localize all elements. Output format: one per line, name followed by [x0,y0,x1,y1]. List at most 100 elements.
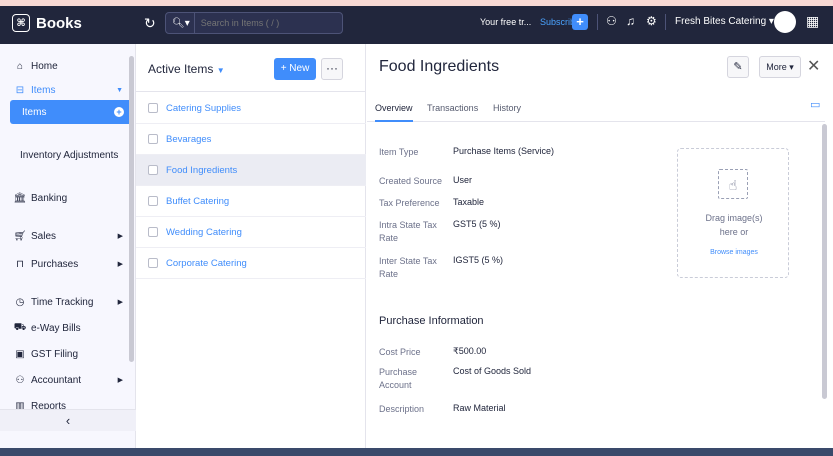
sidebar-item-gst-filing[interactable]: ▣ GST Filing [0,344,133,364]
app-brand[interactable]: ⌘ Books [12,14,82,32]
sidebar-collapse-button[interactable]: ‹ [0,409,136,431]
top-accent-strip [0,0,833,6]
divider [665,14,666,30]
sidebar-item-label: Items [31,84,56,96]
truck-icon: ⛟ [13,321,27,333]
clock-icon: ◷ [15,296,25,308]
list-item-selected[interactable]: Food Ingredients [136,155,366,186]
sidebar-item-accountant[interactable]: ⚇ Accountant ▶ [0,370,133,390]
edit-button[interactable]: ✎ [727,56,749,78]
more-options-button[interactable]: ··· [321,58,343,80]
org-switcher[interactable]: Fresh Bites Catering ▾ [675,16,774,27]
sidebar-item-items[interactable]: ⊟ Items ▼ [0,80,133,100]
sidebar: ⌂ Home ⊟ Items ▼ Items + Inventory Adjus… [0,44,136,456]
gear-icon[interactable]: ⚙ [646,14,657,28]
avatar[interactable] [774,11,796,33]
tab-overview[interactable]: Overview [375,103,413,122]
chevron-down-icon: ▼ [216,66,225,75]
row-checkbox[interactable] [148,103,158,113]
item-name[interactable]: Bevarages [166,134,211,145]
browse-images-link[interactable]: Browse images [678,249,790,256]
search-icon[interactable]: 🔍︎▾ [166,13,195,33]
org-name: Fresh Bites Catering [675,16,767,27]
home-icon: ⌂ [16,60,24,72]
add-item-icon[interactable]: + [114,107,124,117]
search-bar[interactable]: 🔍︎▾ [165,12,343,34]
chevron-right-icon: ▶ [117,261,123,268]
item-detail-pane: Food Ingredients ✎ More ▾ ✕ Overview Tra… [367,44,833,456]
sidebar-item-home[interactable]: ⌂ Home [0,56,133,76]
row-checkbox[interactable] [148,134,158,144]
sidebar-scrollbar[interactable] [129,56,134,362]
sidebar-subitem-inventory-adjustments[interactable]: Inventory Adjustments [20,140,130,170]
item-name[interactable]: Corporate Catering [166,258,247,269]
accountant-icon: ⚇ [15,374,25,386]
sidebar-subitem-items[interactable]: Items + [10,100,132,124]
list-item[interactable]: Wedding Catering [136,217,366,248]
image-dropzone[interactable]: ☝ Drag image(s) here or Browse images [677,148,789,278]
quick-create-button[interactable]: + [572,14,588,30]
list-view-selector[interactable]: Active Items ▼ [148,62,225,76]
field-label: Created Source [379,176,443,186]
field-value: ₹500.00 [453,346,487,356]
tab-transactions[interactable]: Transactions [427,103,478,113]
tab-history[interactable]: History [493,103,521,113]
row-checkbox[interactable] [148,258,158,268]
item-name[interactable]: Wedding Catering [166,227,242,238]
sidebar-item-banking[interactable]: 🏛︎ Banking [0,188,133,208]
hand-pointer-icon: ☝ [718,169,748,199]
list-item[interactable]: Catering Supplies [136,93,366,124]
bell-icon[interactable]: ♫ [626,14,635,28]
item-name[interactable]: Food Ingredients [166,165,237,176]
field-value: GST5 (5 %) [453,219,501,229]
field-value: IGST5 (5 %) [453,255,504,265]
sidebar-item-purchases[interactable]: ⊓ Purchases ▶ [0,254,133,274]
list-header: Active Items ▼ + New ··· [136,44,366,92]
comments-icon[interactable]: ▭ [810,98,820,111]
field-label: Purchase Account [379,367,418,390]
more-label: More [766,62,787,72]
list-item[interactable]: Bevarages [136,124,366,155]
tab-bar: Overview Transactions History ▭ [367,92,825,122]
close-icon[interactable]: ✕ [807,56,820,76]
chevron-down-icon: ▼ [116,86,123,94]
page-title: Food Ingredients [379,58,500,75]
field-label: Intra State Tax Rate [379,220,437,243]
app-grid-icon[interactable]: ▦ [806,13,819,30]
sidebar-item-label: Accountant [31,374,82,386]
sidebar-item-label: Time Tracking [31,296,94,308]
users-icon[interactable]: ⚇ [606,14,617,28]
list-item[interactable]: Buffet Catering [136,186,366,217]
dropzone-text: Drag image(s) [705,213,763,223]
detail-scrollbar[interactable] [822,124,827,399]
search-input[interactable] [194,18,325,28]
sidebar-item-eway-bills[interactable]: ⛟ e-Way Bills [0,318,133,338]
books-logo-icon: ⌘ [12,14,30,32]
row-checkbox[interactable] [148,227,158,237]
list-title: Active Items [148,62,214,76]
new-item-button[interactable]: + New [274,58,316,80]
chevron-right-icon: ▶ [117,299,123,306]
item-name[interactable]: Catering Supplies [166,103,241,114]
bank-icon: 🏛︎ [13,192,27,204]
recent-activity-icon[interactable]: ↻ [144,15,156,32]
sidebar-item-sales[interactable]: 🛒︎ Sales ▶ [0,226,133,246]
row-checkbox[interactable] [148,196,158,206]
dropzone-text: here or [719,227,749,237]
field-value: Taxable [453,197,485,207]
more-actions-button[interactable]: More ▾ [759,56,801,78]
sidebar-item-time-tracking[interactable]: ◷ Time Tracking ▶ [0,292,133,312]
document-icon: ▣ [15,348,25,360]
cart-icon: 🛒︎ [13,230,27,242]
list-item[interactable]: Corporate Catering [136,248,366,279]
item-name[interactable]: Buffet Catering [166,196,229,207]
os-taskbar [0,448,833,456]
sidebar-item-label: e-Way Bills [31,322,81,334]
chevron-right-icon: ▶ [117,377,123,384]
field-value: Purchase Items (Service) [453,146,555,156]
bag-icon: ⊓ [16,258,24,270]
row-checkbox[interactable] [148,165,158,175]
sidebar-item-label: Sales [31,230,57,242]
field-value: Raw Material [453,403,506,413]
sidebar-item-label: GST Filing [31,348,79,360]
